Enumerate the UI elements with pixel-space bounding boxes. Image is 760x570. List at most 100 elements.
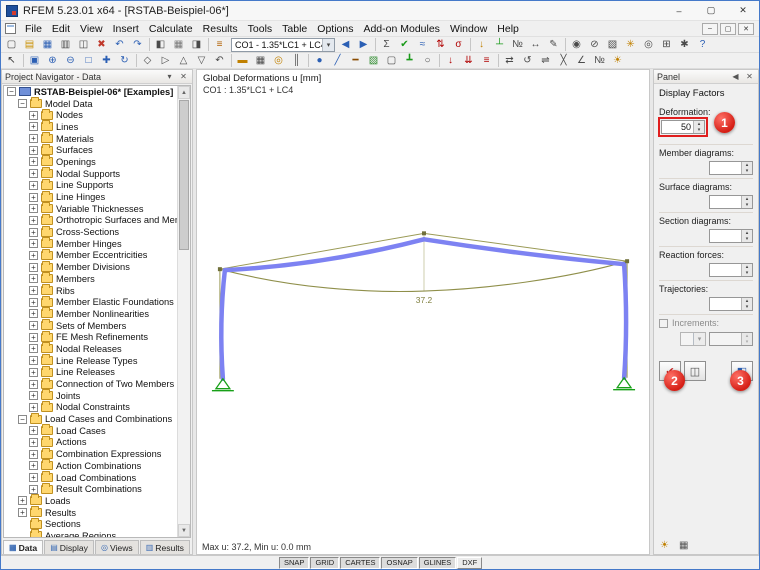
stepper[interactable]: ▴ ▾ — [741, 298, 752, 310]
panel-toggle-icon[interactable]: ◨ — [188, 37, 205, 52]
member-load-icon[interactable]: ⇊ — [460, 53, 477, 68]
divide-icon[interactable]: ╳ — [555, 53, 572, 68]
menu-item[interactable]: Calculate — [144, 22, 198, 36]
guidelines-icon[interactable]: ║ — [288, 53, 305, 68]
expander-icon[interactable]: + — [29, 449, 38, 459]
tree-item-actions[interactable]: + Actions — [4, 435, 177, 449]
tree-item-member-hinges[interactable]: + Member Hinges — [4, 237, 177, 250]
snap-icon[interactable]: ◎ — [270, 53, 287, 68]
reset-factors-button[interactable]: ◫ — [684, 361, 706, 381]
tree-item-cross-sections[interactable]: + Cross-Sections — [4, 225, 177, 238]
settings-icon[interactable]: ✱ — [676, 37, 693, 52]
nodal-load-icon[interactable]: ↓ — [442, 53, 459, 68]
load-case-combo[interactable]: CO1 - 1.35*LC1 + LC4 ▾ — [231, 37, 335, 52]
view-isometric-icon[interactable]: ◇ — [139, 53, 156, 68]
expander-icon[interactable]: + — [29, 426, 38, 436]
modules-icon[interactable]: ⊞ — [658, 37, 675, 52]
panel-views-icon[interactable]: ▦ — [679, 540, 688, 551]
comment-icon[interactable]: ✎ — [545, 37, 562, 52]
previous-view-icon[interactable]: ↶ — [211, 53, 228, 68]
menu-item[interactable]: File — [20, 22, 47, 36]
expander-icon[interactable]: + — [29, 321, 38, 331]
spinner-down-icon[interactable]: ▾ — [742, 236, 752, 242]
tree-scrollbar[interactable]: ▲ ▼ — [177, 86, 190, 537]
grid-toggle[interactable]: GRID — [310, 556, 340, 569]
close-icon[interactable]: ✕ — [178, 71, 189, 82]
tree-item-members[interactable]: + Members — [4, 272, 177, 285]
redo-icon[interactable]: ↷ — [129, 37, 146, 52]
copy-icon[interactable]: ◫ — [75, 37, 92, 52]
visibility-icon[interactable]: ◉ — [568, 37, 585, 52]
child-minimize-icon[interactable]: – — [702, 22, 718, 35]
chevron-down-icon[interactable]: ▾ — [693, 333, 705, 345]
factor-value[interactable] — [710, 264, 741, 276]
tree-item-surfaces[interactable]: + Surfaces — [4, 143, 177, 156]
expander-icon[interactable]: + — [29, 309, 38, 319]
collapse-icon[interactable]: ◀ — [730, 71, 741, 82]
spinner-down-icon[interactable]: ▾ — [742, 339, 752, 345]
child-close-icon[interactable]: ✕ — [738, 22, 754, 35]
increments-checkbox[interactable] — [659, 318, 668, 328]
tree-item-combination-expressions[interactable]: + Combination Expressions — [4, 447, 177, 460]
stepper[interactable]: ▴ ▾ — [741, 162, 752, 174]
factor-value[interactable] — [710, 298, 741, 310]
spinner-down-icon[interactable]: ▾ — [742, 304, 752, 310]
expander-icon[interactable]: + — [29, 402, 38, 412]
save-model-icon[interactable]: ▦ — [39, 37, 56, 52]
zoom-window-icon[interactable]: ▣ — [26, 53, 43, 68]
expander-icon[interactable]: − — [7, 87, 16, 97]
navigator-toggle-icon[interactable]: ◧ — [152, 37, 169, 52]
print-icon[interactable]: ▥ — [57, 37, 74, 52]
tree-item-line-supports[interactable]: + Line Supports — [4, 178, 177, 192]
tree-item-load-cases-and-combinations[interactable]: − Load Cases and Combinations — [4, 412, 177, 425]
minimize-button[interactable]: – — [663, 1, 695, 20]
zoom-out-icon[interactable]: ⊖ — [62, 53, 79, 68]
tree-item-variable-thicknesses[interactable]: + Variable Thicknesses — [4, 202, 177, 215]
calculation-icon[interactable]: Σ — [378, 37, 395, 52]
expander-icon[interactable]: + — [18, 496, 27, 506]
menu-item[interactable]: Insert — [108, 22, 144, 36]
factor-spinner[interactable]: ▴ ▾ — [709, 161, 753, 175]
close-button[interactable]: ✕ — [727, 1, 759, 20]
expander-icon[interactable]: − — [18, 99, 27, 109]
line-icon[interactable]: ╱ — [329, 53, 346, 68]
new-model-icon[interactable]: ▢ — [3, 37, 20, 52]
measure-icon[interactable]: ∠ — [573, 53, 590, 68]
menu-item[interactable]: Edit — [47, 22, 75, 36]
tree-item-lines[interactable]: + Lines — [4, 120, 177, 133]
tree-item-project[interactable]: − RSTAB-Beispiel-06* [Examples] — [4, 86, 177, 98]
expander-icon[interactable]: + — [29, 239, 38, 249]
expander-icon[interactable]: + — [29, 262, 38, 272]
support-icon[interactable]: ┻ — [401, 53, 418, 68]
menu-item[interactable]: View — [75, 22, 108, 36]
expander-icon[interactable]: + — [29, 437, 38, 447]
expander-icon[interactable]: + — [29, 332, 38, 342]
scroll-down-icon[interactable]: ▼ — [178, 524, 190, 537]
expander-icon[interactable]: + — [29, 391, 38, 401]
tree-item-action-combinations[interactable]: + Action Combinations — [4, 459, 177, 472]
tab-views[interactable]: ◎ Views — [94, 540, 139, 554]
stepper[interactable]: ▴ ▾ — [741, 333, 752, 345]
grid-icon[interactable]: ▦ — [252, 53, 269, 68]
rotate-object-icon[interactable]: ↺ — [519, 53, 536, 68]
factor-spinner[interactable]: ▴ ▾ — [709, 195, 753, 209]
opening-icon[interactable]: ▢ — [383, 53, 400, 68]
expander-icon[interactable]: + — [29, 484, 38, 494]
expander-icon[interactable]: + — [29, 204, 38, 214]
spinner-down-icon[interactable]: ▾ — [742, 270, 752, 276]
dimensions-icon[interactable]: ↔ — [527, 37, 544, 52]
stresses-icon[interactable]: σ — [450, 37, 467, 52]
move-icon[interactable]: ⇄ — [501, 53, 518, 68]
clipping-icon[interactable]: ⊘ — [586, 37, 603, 52]
menu-item[interactable]: Tools — [243, 22, 278, 36]
tree-item-line-release-types[interactable]: + Line Release Types — [4, 354, 177, 367]
open-model-icon[interactable]: ▤ — [21, 37, 38, 52]
zoom-in-icon[interactable]: ⊕ — [44, 53, 61, 68]
tree-item-fe-mesh-refinements[interactable]: + FE Mesh Refinements — [4, 330, 177, 343]
expander-icon[interactable]: − — [18, 414, 27, 424]
pin-icon[interactable]: ▾ — [164, 71, 175, 82]
expander-icon[interactable]: + — [29, 192, 38, 202]
expander-icon[interactable]: + — [29, 215, 38, 225]
show-loads-icon[interactable]: ↓ — [473, 37, 490, 52]
cartes-toggle[interactable]: CARTES — [340, 556, 381, 569]
